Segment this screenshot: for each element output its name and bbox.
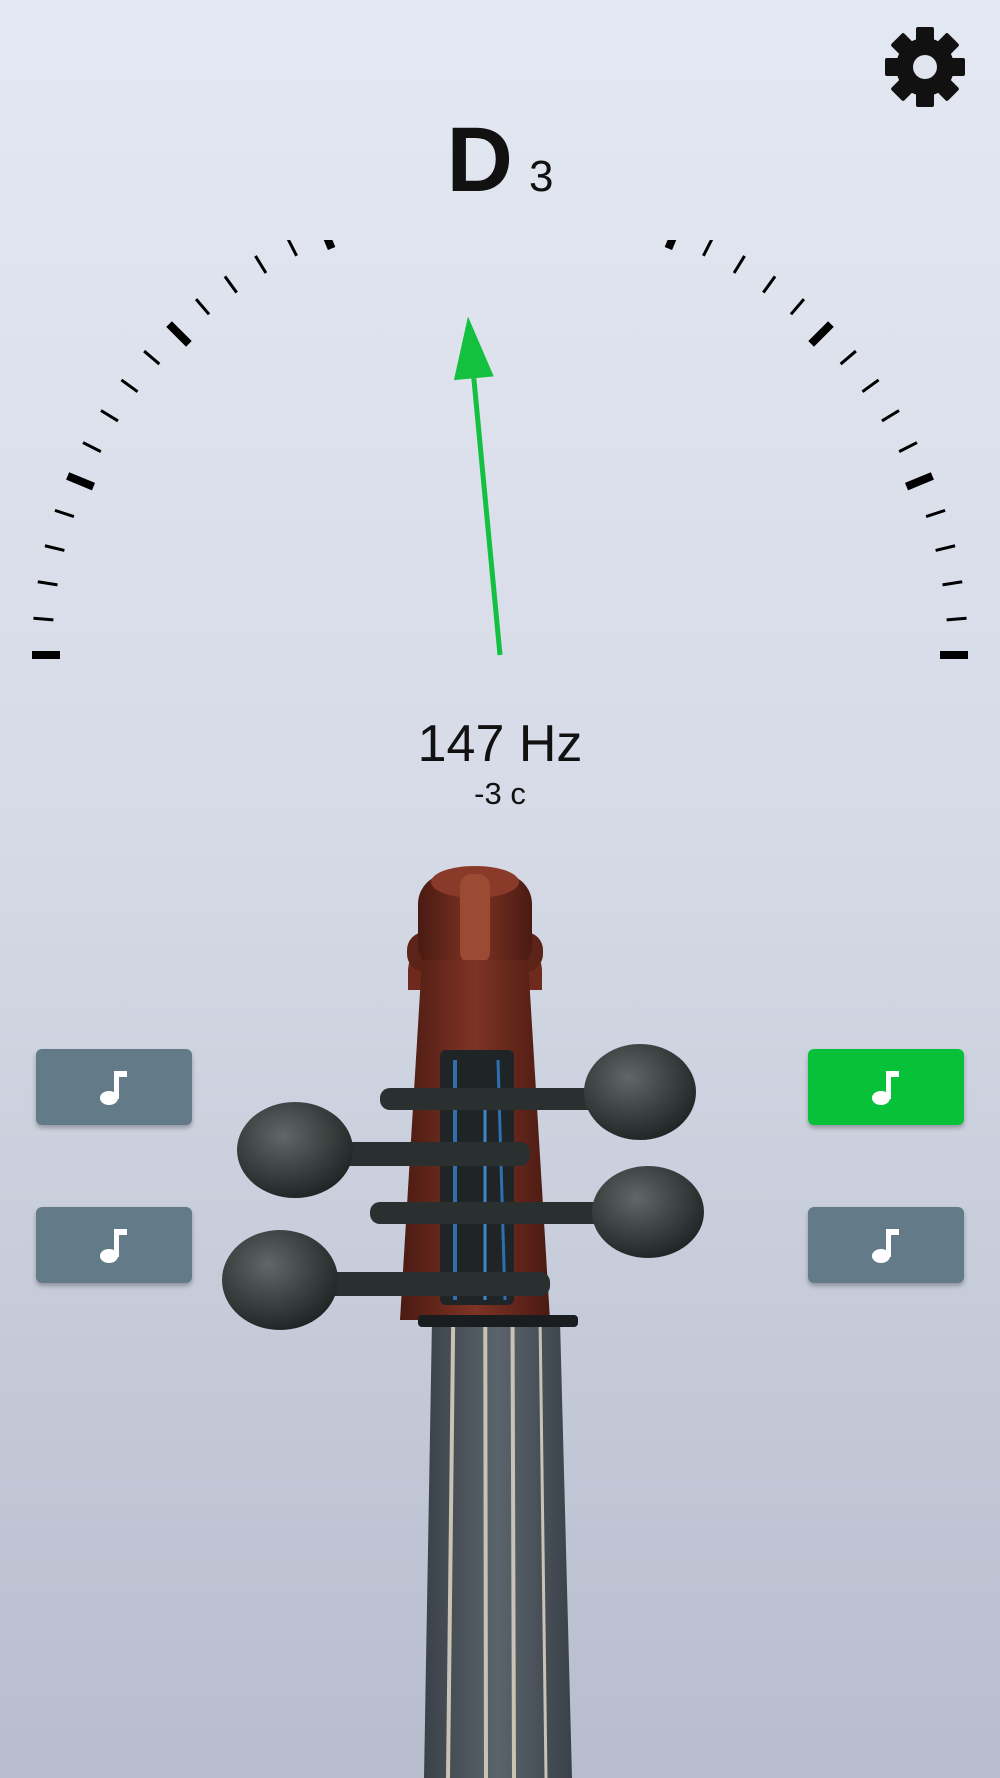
gauge-minor-tick: [82, 441, 102, 453]
settings-button[interactable]: [880, 22, 970, 112]
gauge-minor-tick: [942, 580, 963, 587]
gauge-minor-tick: [286, 240, 298, 257]
gauge-minor-tick: [925, 508, 946, 518]
gauge-minor-tick: [143, 349, 161, 366]
string-button-left-2[interactable]: [36, 1207, 192, 1283]
gauge-minor-tick: [44, 544, 65, 552]
gauge-minor-tick: [861, 378, 880, 393]
gauge-minor-tick: [762, 275, 777, 294]
gauge-major-tick: [808, 321, 834, 347]
gauge-major-tick: [664, 240, 677, 251]
frequency-readout: 147 Hz: [417, 715, 583, 773]
gauge-minor-tick: [839, 349, 857, 366]
gauge-minor-tick: [935, 544, 956, 552]
gauge-minor-tick: [223, 275, 238, 294]
cello-pegbox-image: [222, 866, 704, 1778]
gauge-minor-tick: [881, 409, 900, 423]
string-button-right-1[interactable]: [808, 1049, 964, 1125]
gauge-minor-tick: [898, 441, 918, 453]
music-note-icon: [100, 1071, 127, 1105]
music-note-icon: [872, 1071, 899, 1105]
gauge-minor-tick: [120, 378, 139, 393]
gauge-minor-tick: [194, 298, 211, 316]
gauge-major-tick: [166, 321, 192, 347]
tuning-gauge: [32, 240, 968, 659]
gauge-minor-tick: [789, 298, 806, 316]
gauge-minor-tick: [946, 616, 967, 622]
gear-icon: [885, 27, 965, 107]
music-note-icon: [100, 1229, 127, 1263]
needle-arrowhead: [453, 316, 494, 381]
gauge-minor-tick: [100, 409, 119, 423]
note-name: D: [446, 109, 513, 211]
music-note-icon: [872, 1229, 899, 1263]
gauge-minor-tick: [254, 255, 268, 274]
string-button-right-2[interactable]: [808, 1207, 964, 1283]
gauge-minor-tick: [702, 240, 714, 257]
gauge-major-tick: [904, 472, 934, 491]
tuning-needle: [453, 316, 503, 656]
gauge-minor-tick: [33, 616, 54, 622]
string-button-left-1[interactable]: [36, 1049, 192, 1125]
gauge-major-tick: [66, 472, 96, 491]
gauge-minor-tick: [37, 580, 58, 587]
gauge-ticks: [32, 240, 968, 659]
gauge-minor-tick: [54, 508, 75, 518]
cents-readout: -3 c: [474, 776, 526, 811]
gauge-major-tick: [323, 240, 336, 251]
note-display: D3: [0, 108, 1000, 213]
note-octave: 3: [528, 152, 554, 201]
gauge-minor-tick: [732, 255, 746, 274]
